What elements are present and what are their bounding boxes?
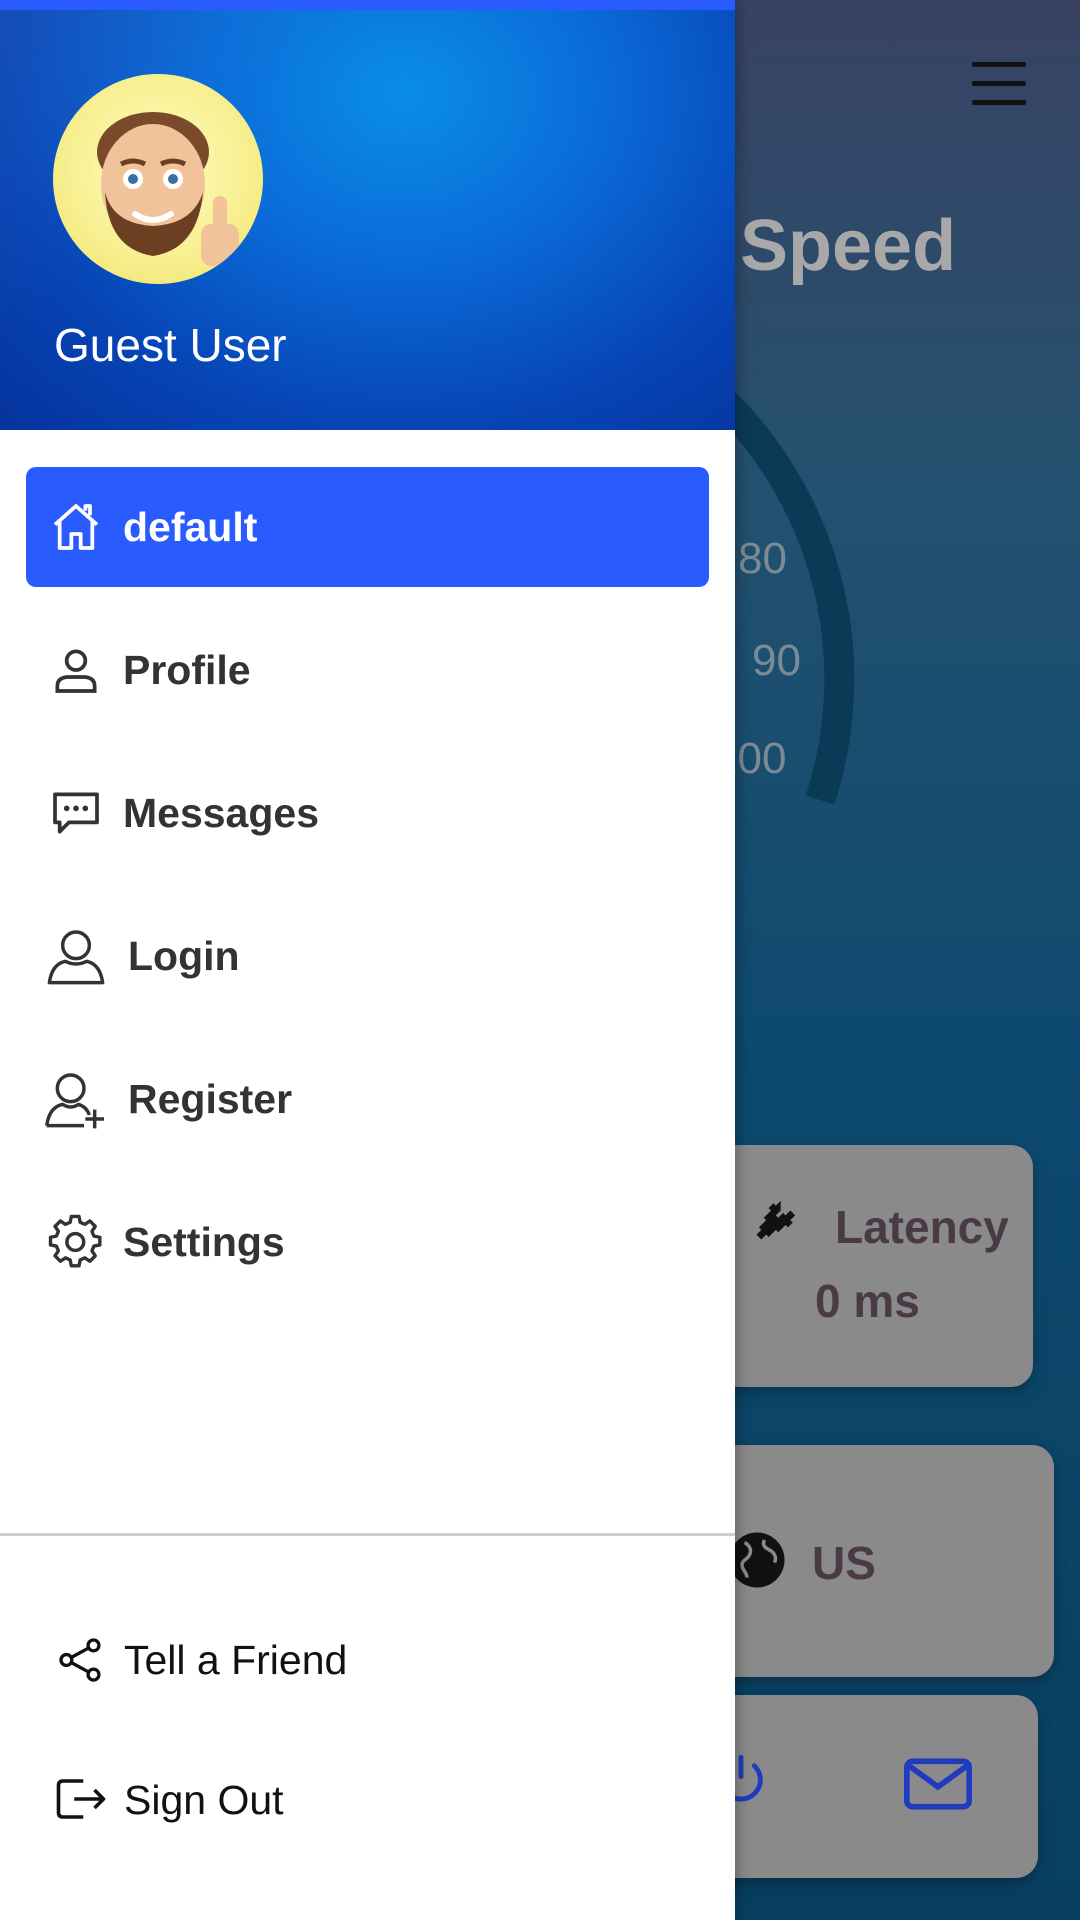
drawer-divider bbox=[0, 1533, 735, 1536]
tell-a-friend-button[interactable]: Tell a Friend bbox=[50, 1620, 690, 1700]
person-icon bbox=[55, 649, 97, 693]
nav-item-profile[interactable]: Profile bbox=[26, 610, 709, 730]
chat-icon bbox=[53, 792, 99, 834]
nav-item-label: Settings bbox=[123, 1219, 285, 1265]
user-icon bbox=[47, 930, 105, 985]
drawer-header: Guest User bbox=[0, 10, 735, 430]
nav-item-label: Login bbox=[128, 933, 240, 979]
logout-icon bbox=[56, 1779, 106, 1819]
latency-value: 0 ms bbox=[815, 1275, 920, 1327]
region-value: US bbox=[812, 1537, 876, 1589]
globe-icon bbox=[727, 1530, 787, 1595]
user-name: Guest User bbox=[54, 319, 287, 371]
user-add-icon bbox=[44, 1073, 104, 1129]
gauge-tick-label: 90 bbox=[752, 636, 801, 685]
nav-item-label: Messages bbox=[123, 790, 320, 836]
nav-item-settings[interactable]: Settings bbox=[26, 1182, 709, 1302]
nav-item-label: default bbox=[123, 504, 258, 550]
nav-item-label: Profile bbox=[123, 647, 251, 693]
nav-item-label: Register bbox=[128, 1076, 293, 1122]
latency-card bbox=[700, 1145, 1033, 1387]
sign-out-button[interactable]: Sign Out bbox=[50, 1760, 690, 1840]
plug-icon bbox=[742, 1196, 800, 1259]
nav-item-login[interactable]: Login bbox=[26, 896, 709, 1016]
tell-a-friend-label: Tell a Friend bbox=[124, 1637, 348, 1683]
avatar[interactable] bbox=[53, 74, 263, 284]
navigation-drawer: Guest User default Profile Messages Logi… bbox=[0, 0, 735, 1920]
nav-item-default[interactable]: default bbox=[26, 467, 709, 587]
gear-icon bbox=[48, 1214, 102, 1268]
status-bar-accent bbox=[0, 0, 735, 10]
nav-item-messages[interactable]: Messages bbox=[26, 753, 709, 873]
nav-item-register[interactable]: Register bbox=[26, 1039, 709, 1159]
share-icon bbox=[59, 1638, 101, 1682]
home-icon bbox=[53, 504, 99, 550]
mail-icon[interactable] bbox=[904, 1757, 972, 1816]
sign-out-label: Sign Out bbox=[124, 1777, 284, 1823]
latency-label: Latency bbox=[835, 1201, 1009, 1253]
gauge-tick-label: 80 bbox=[738, 534, 787, 583]
